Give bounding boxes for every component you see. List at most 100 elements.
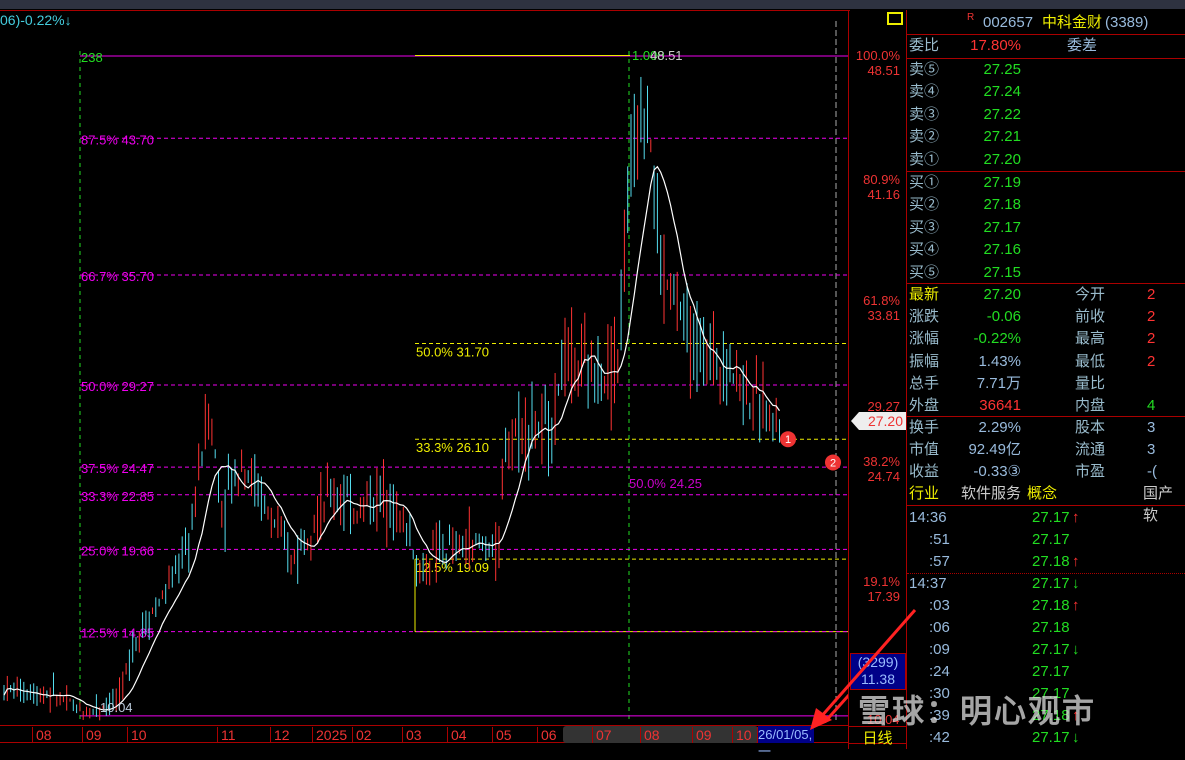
- quote-label: 振幅: [909, 352, 940, 370]
- quote-value-2: 4: [1147, 397, 1156, 414]
- marker-2[interactable]: 2: [825, 454, 841, 471]
- quote-row: 振幅 1.43% 最低 2: [907, 351, 1185, 373]
- kline-chart[interactable]: 238 87.5% 43.70 66.7% 35.70 50.0% 29.27 37.5…: [0, 11, 848, 723]
- quote-label: 涨跌: [909, 308, 940, 326]
- tick-time: :06: [929, 619, 950, 636]
- ask-label: 卖⑤: [909, 61, 940, 78]
- quote-value: 27.20: [983, 286, 1021, 303]
- x-tick: 09: [692, 727, 712, 743]
- quote-value-2: 2: [1147, 352, 1156, 370]
- count-label: 238: [81, 50, 103, 65]
- x-tick: 02: [352, 727, 372, 743]
- svg-text:1: 1: [785, 434, 791, 446]
- quote-value-2: 2: [1147, 286, 1156, 303]
- ask-price: 27.20: [983, 150, 1021, 168]
- tick-row: :09 27.17 ↓: [907, 639, 1185, 661]
- concept-label: 概念: [1027, 485, 1058, 502]
- industry-label: 行业: [909, 485, 940, 502]
- x-tick: 06: [537, 727, 557, 743]
- tick-direction-icon: ↑: [1072, 509, 1080, 526]
- weibi-row: 委比 17.80% 委差: [907, 35, 1185, 57]
- stat-label-2: 市盈: [1075, 463, 1106, 481]
- tick-time: :24: [929, 663, 950, 680]
- weibi-value: 17.80%: [970, 37, 1021, 54]
- stat-row: 收益 -0.33③ 市盈 -(: [907, 461, 1185, 483]
- quote-label-2: 前收: [1075, 308, 1106, 326]
- svg-text:2: 2: [830, 457, 836, 469]
- quote-label: 外盘: [909, 397, 940, 414]
- fib-label: 33.3% 22.85: [81, 489, 154, 504]
- bid-price: 27.17: [983, 218, 1021, 236]
- tick-time: :51: [929, 531, 950, 548]
- stat-value: 92.49亿: [968, 441, 1021, 459]
- stat-value-2: 3: [1147, 419, 1156, 436]
- axis-label: 100.0% 48.51: [856, 48, 900, 78]
- stat-label: 市值: [909, 441, 940, 459]
- stat-label: 收益: [909, 463, 940, 481]
- bid-label: 买④: [909, 241, 940, 259]
- ask-price: 27.22: [983, 105, 1021, 123]
- quote-value: -0.22%: [973, 330, 1021, 348]
- ask-row: 卖③ 27.22: [907, 104, 1185, 126]
- window-toggle-icon[interactable]: [887, 12, 903, 25]
- bid-row: 买② 27.18: [907, 194, 1185, 216]
- quote-value: 36641: [979, 397, 1021, 414]
- x-tick: 12: [270, 727, 290, 743]
- industry-value[interactable]: 软件服务: [961, 483, 1021, 505]
- axis-price: 24.74: [867, 469, 900, 484]
- fib-extra-label: 50.0% 24.25: [629, 476, 702, 491]
- stock-title: R 002657 中科金财 (3389): [907, 12, 1185, 34]
- tick-direction-icon: ↓: [1072, 575, 1080, 592]
- badge: R: [967, 12, 975, 23]
- stat-label-2: 股本: [1075, 419, 1106, 436]
- quote-label: 总手: [909, 374, 940, 392]
- quote-label-2: 量比: [1075, 374, 1106, 392]
- ask-price: 27.21: [983, 128, 1021, 146]
- ask-label: 卖①: [909, 150, 940, 168]
- bid-price: 27.19: [983, 174, 1021, 191]
- quote-row: 总手 7.71万 量比: [907, 373, 1185, 395]
- tick-time: 14:37: [909, 575, 947, 592]
- tick-row: 14:37 27.17 ↓: [907, 573, 1185, 595]
- ask-row: 卖① 27.20: [907, 149, 1185, 171]
- stat-row: 市值 92.49亿 流通 3: [907, 439, 1185, 461]
- bid-price: 27.18: [983, 196, 1021, 214]
- axis-label: 80.9% 41.16: [863, 172, 900, 202]
- tick-row: :03 27.18 ↑: [907, 595, 1185, 617]
- time-axis[interactable]: 0809101112202502030405060708091011 26/01…: [0, 725, 848, 759]
- x-tick: 04: [447, 727, 467, 743]
- quote-row: 最新 27.20 今开 2: [907, 284, 1185, 306]
- tick-price: 27.18: [1032, 597, 1070, 614]
- current-price-tag: 27.20: [851, 412, 906, 430]
- quote-panel: R 002657 中科金财 (3389) 委比 17.80% 委差 卖⑤ 27.2…: [907, 10, 1185, 749]
- fib-label: 66.7% 35.70: [81, 269, 154, 284]
- axis-pct: 100.0%: [855, 48, 900, 63]
- stock-code: 002657: [983, 14, 1034, 31]
- quote-value: 1.43%: [978, 352, 1021, 370]
- low-label: 10.04: [100, 700, 133, 715]
- quote-row: 涨幅 -0.22% 最高 2: [907, 328, 1185, 350]
- fib-label: 50.0% 29.27: [81, 379, 154, 394]
- marker-1[interactable]: 1: [780, 431, 796, 448]
- tick-row: :51 27.17: [907, 529, 1185, 551]
- quote-row: 外盘 36641 内盘 4: [907, 395, 1185, 417]
- arrow-shaft: [818, 609, 917, 719]
- ask-label: 卖③: [909, 105, 940, 123]
- annotation-arrow: [810, 609, 917, 730]
- quote-value: 7.71万: [976, 374, 1021, 392]
- quote-label-2: 最低: [1075, 352, 1106, 370]
- quote-value-2: 2: [1147, 330, 1156, 348]
- tick-time: :03: [929, 597, 950, 614]
- bid-label: 买①: [909, 174, 940, 191]
- bid-label: 买②: [909, 196, 940, 214]
- axis-label: 29.27: [867, 399, 900, 414]
- x-tick: 08: [640, 727, 660, 743]
- bid-label: 买③: [909, 218, 940, 236]
- quote-value-2: 2: [1147, 308, 1156, 326]
- fib-label: 25.0% 19.66: [81, 543, 154, 558]
- weicha-label: 委差: [1067, 37, 1098, 54]
- tick-direction-icon: ↓: [1072, 641, 1080, 658]
- ask-row: 卖⑤ 27.25: [907, 59, 1185, 81]
- axis-price: 48.51: [867, 63, 900, 78]
- bid-row: 买① 27.19: [907, 172, 1185, 194]
